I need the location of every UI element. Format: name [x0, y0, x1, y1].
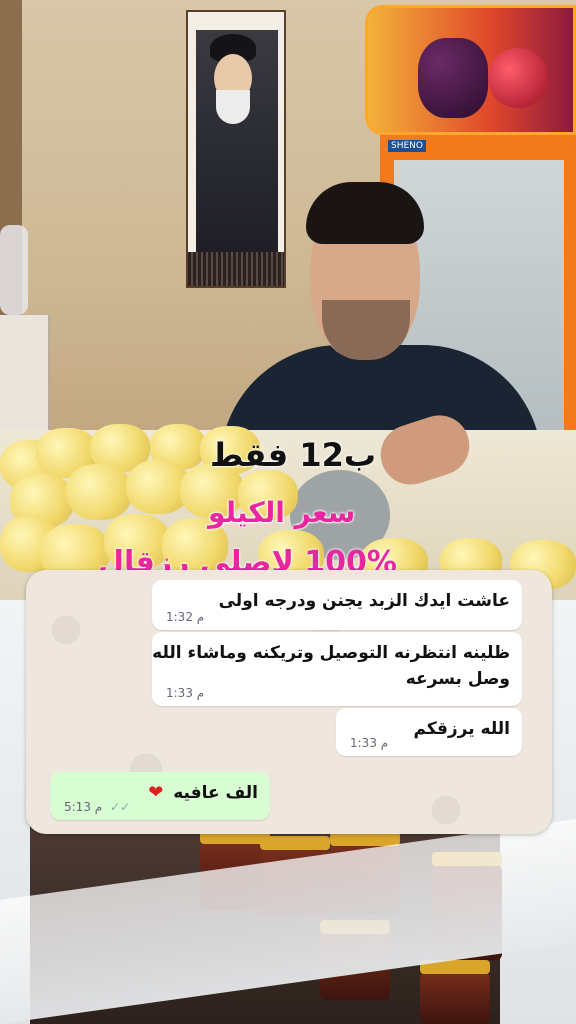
fridge-brand: SHENO — [388, 140, 426, 152]
plastic-bag — [0, 225, 28, 315]
message-text: عاشت ايدك الزبد يجنن ودرجه اولى — [218, 591, 510, 611]
chat-message: عاشت ايدك الزبد يجنن ودرجه اولى 1:32 م — [152, 580, 522, 630]
heart-icon: ❤ — [148, 782, 164, 803]
message-time: 5:13 م — [64, 800, 103, 814]
kilo-price-overlay: سعر الكيلو — [208, 496, 356, 529]
double-check-icon: ✓✓ — [110, 800, 131, 814]
price-overlay: ب12 فقط — [210, 436, 377, 474]
honey-jar — [420, 960, 490, 1024]
message-time: 1:33 م — [166, 686, 205, 700]
fruit-sign — [365, 5, 576, 135]
person-hair — [306, 182, 424, 244]
chat-message: الله يرزقكم 1:33 م — [336, 708, 522, 756]
pomegranate-image — [488, 48, 548, 108]
chat-message-outgoing: الف عافيه ❤ 5:13 م ✓✓ — [50, 772, 270, 820]
chat-message: ظلينه انتظرنه التوصيل وتريكنه وماشاء الل… — [152, 632, 522, 706]
poster-beard — [216, 90, 250, 124]
wall-poster — [186, 10, 286, 288]
poster-fringe — [188, 252, 284, 286]
grapes-image — [418, 38, 488, 118]
message-text-line2: وصل بسرعه — [405, 669, 510, 689]
chat-screenshot: عاشت ايدك الزبد يجنن ودرجه اولى 1:32 م ظ… — [26, 570, 552, 834]
butter-ball — [66, 464, 132, 520]
message-time: 1:33 م — [350, 736, 389, 750]
message-text: ظلينه انتظرنه التوصيل وتريكنه وماشاء الل… — [152, 643, 510, 663]
message-time-row: 5:13 م ✓✓ — [64, 800, 130, 814]
message-text: الف عافيه — [173, 783, 258, 803]
message-time: 1:32 م — [166, 610, 205, 624]
